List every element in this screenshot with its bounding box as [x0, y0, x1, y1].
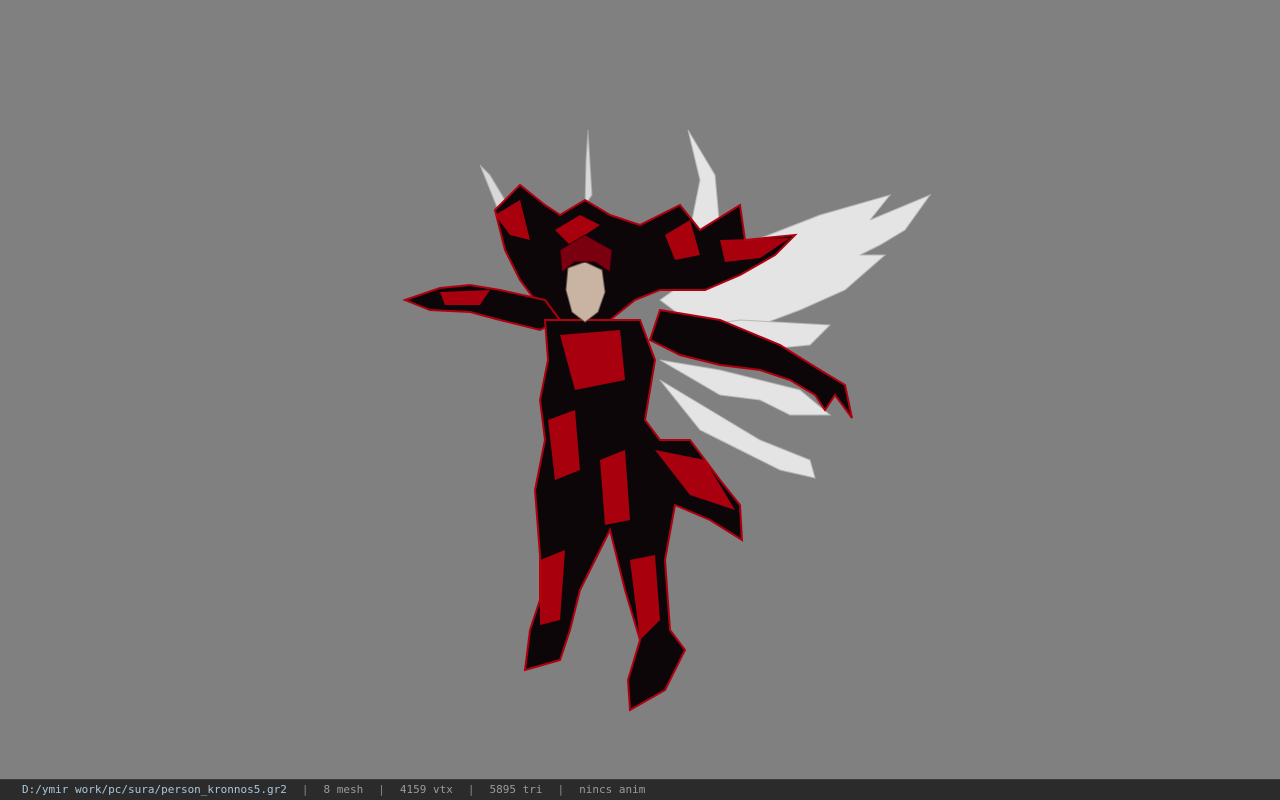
separator: | — [378, 783, 385, 796]
model-render — [402, 129, 932, 712]
separator: | — [301, 783, 309, 796]
separator: | — [557, 783, 565, 796]
status-bar: D:/ymir work/pc/sura/person_kronnos5.gr2… — [0, 779, 1280, 800]
wing-right — [659, 129, 932, 479]
animation-status-label: nincs anim — [579, 783, 646, 796]
separator: | — [467, 783, 475, 796]
triangle-count-label: 5895 tri — [489, 783, 543, 796]
3d-viewport[interactable] — [0, 0, 1280, 779]
mesh-count-label: 8 mesh — [323, 783, 364, 796]
vertex-count-label: 4159 vtx — [399, 783, 453, 796]
file-path-label: D:/ymir work/pc/sura/person_kronnos5.gr2 — [22, 783, 287, 796]
